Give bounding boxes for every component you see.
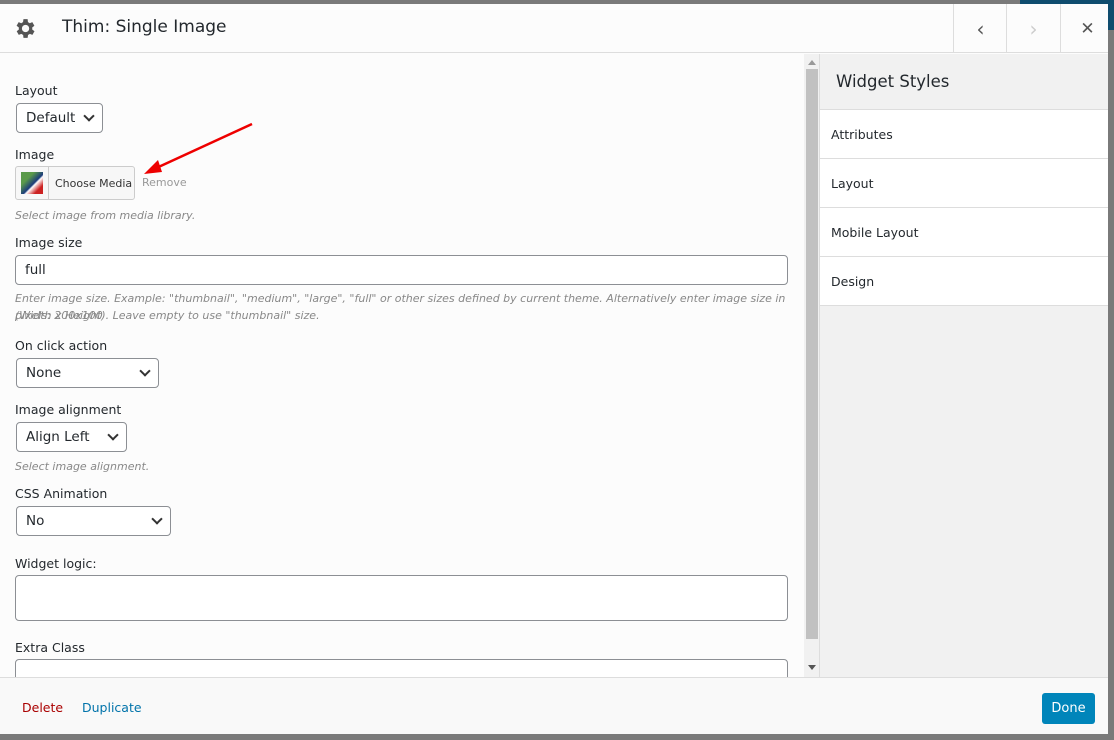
close-icon: ✕ xyxy=(1080,18,1095,39)
widget-logic-label: Widget logic: xyxy=(15,556,97,571)
chevron-down-icon xyxy=(139,365,151,377)
annotation-arrow-icon xyxy=(144,122,253,174)
widget-form: Layout Default Image Choose Media Remove… xyxy=(0,54,804,677)
image-label: Image xyxy=(15,147,55,162)
duplicate-link[interactable]: Duplicate xyxy=(82,700,142,715)
on-click-select[interactable]: None xyxy=(16,358,159,388)
chevron-down-icon xyxy=(83,110,95,122)
choose-media-button[interactable]: Choose Media xyxy=(15,166,135,200)
layout-value: Default xyxy=(26,110,76,126)
previous-button[interactable]: ‹ xyxy=(953,4,1007,53)
on-click-value: None xyxy=(26,365,62,381)
gear-icon xyxy=(16,19,35,38)
widget-modal: Thim: Single Image ‹ › ✕ Layout Default … xyxy=(0,4,1108,734)
extra-class-label: Extra Class xyxy=(15,640,85,655)
scrollbar[interactable] xyxy=(804,54,820,677)
delete-link[interactable]: Delete xyxy=(22,700,63,715)
layout-select[interactable]: Default xyxy=(16,103,103,133)
image-size-description-2: (Width x Height). Leave empty to use "th… xyxy=(15,309,320,322)
sidebar-title: Widget Styles xyxy=(820,54,1108,110)
chevron-right-icon: › xyxy=(1029,16,1038,41)
scroll-up-icon[interactable] xyxy=(808,60,816,65)
animation-label: CSS Animation xyxy=(15,486,108,501)
choose-media-label: Choose Media xyxy=(55,176,133,190)
sidebar-item-mobile-layout[interactable]: Mobile Layout xyxy=(820,208,1108,257)
image-size-label: Image size xyxy=(15,235,83,250)
modal-title: Thim: Single Image xyxy=(62,17,227,37)
chevron-down-icon xyxy=(107,429,119,441)
modal-footer: Delete Duplicate Done xyxy=(0,677,1108,734)
image-thumbnail xyxy=(16,167,49,199)
chevron-down-icon xyxy=(151,513,163,525)
widget-logic-textarea[interactable] xyxy=(15,575,788,621)
remove-link[interactable]: Remove xyxy=(142,176,187,189)
image-description: Select image from media library. xyxy=(15,209,196,222)
animation-select[interactable]: No xyxy=(16,506,171,536)
scroll-down-icon[interactable] xyxy=(808,665,816,670)
sidebar-item-layout[interactable]: Layout xyxy=(820,159,1108,208)
scrollbar-thumb[interactable] xyxy=(806,69,818,639)
close-button[interactable]: ✕ xyxy=(1060,4,1114,53)
next-button[interactable]: › xyxy=(1006,4,1060,53)
sidebar-item-design[interactable]: Design xyxy=(820,257,1108,306)
extra-class-input[interactable] xyxy=(15,659,788,677)
alignment-value: Align Left xyxy=(26,429,90,445)
image-size-input[interactable]: full xyxy=(15,255,788,285)
chevron-left-icon: ‹ xyxy=(976,16,985,41)
done-button[interactable]: Done xyxy=(1042,693,1095,724)
alignment-description: Select image alignment. xyxy=(15,460,150,473)
widget-styles-sidebar: Widget Styles Attributes Layout Mobile L… xyxy=(820,54,1108,677)
alignment-select[interactable]: Align Left xyxy=(16,422,127,452)
on-click-label: On click action xyxy=(15,338,108,353)
animation-value: No xyxy=(26,513,45,529)
sidebar-item-attributes[interactable]: Attributes xyxy=(820,110,1108,159)
modal-header: Thim: Single Image ‹ › ✕ xyxy=(0,4,1108,53)
layout-label: Layout xyxy=(15,83,58,98)
alignment-label: Image alignment xyxy=(15,402,122,417)
